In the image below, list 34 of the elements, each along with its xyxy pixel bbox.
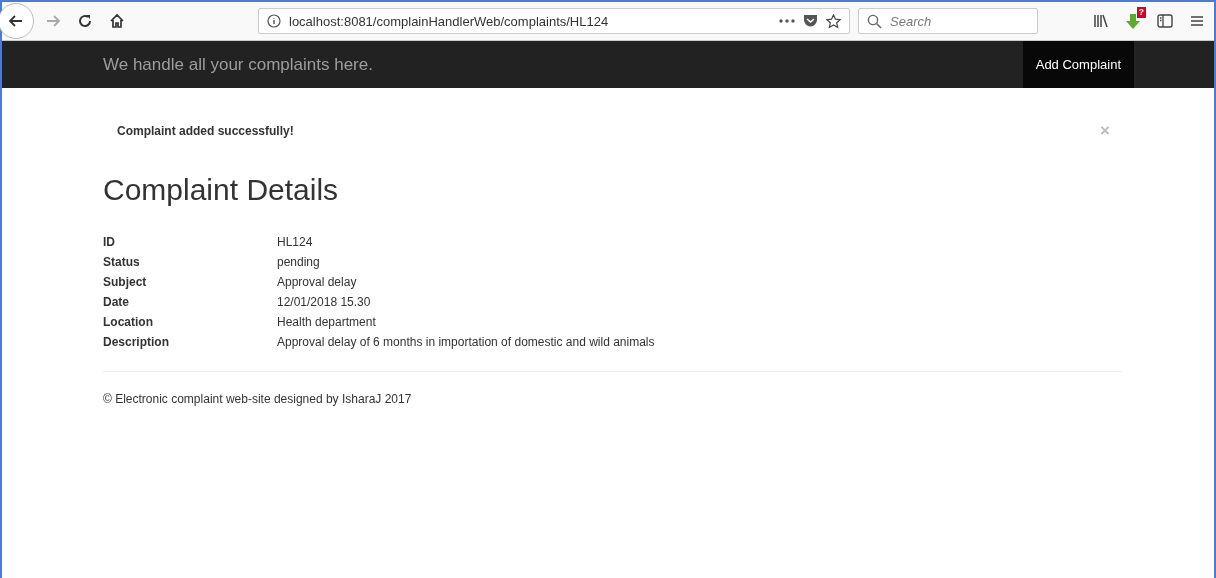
alert-message: Complaint added successfully! bbox=[117, 124, 294, 138]
download-badge: ? bbox=[1136, 7, 1146, 18]
reload-icon[interactable] bbox=[77, 13, 93, 29]
detail-label: Location bbox=[103, 315, 154, 329]
detail-value: Approval delay of 6 months in importation of domestic and wild animals bbox=[277, 335, 656, 349]
search-input[interactable]: Search bbox=[888, 12, 1012, 30]
search-icon bbox=[867, 13, 882, 29]
detail-value: Approval delay bbox=[277, 275, 358, 289]
detail-label: Date bbox=[103, 295, 130, 309]
download-icon[interactable] bbox=[1125, 12, 1141, 30]
sidebar-icon[interactable] bbox=[1157, 14, 1173, 28]
pocket-icon[interactable] bbox=[803, 14, 818, 28]
address-bar[interactable]: localhost:8081/complainHandlerWeb/complaints/HL124 bbox=[258, 8, 850, 34]
info-icon[interactable] bbox=[267, 14, 281, 28]
detail-value: HL124 bbox=[277, 235, 314, 249]
detail-value: Health department bbox=[277, 315, 377, 329]
url-text: localhost:8081/complainHandlerWeb/complaints/HL124 bbox=[289, 13, 610, 29]
star-icon[interactable] bbox=[826, 13, 841, 29]
detail-value: 12/01/2018 15.30 bbox=[277, 295, 372, 309]
footer-text: © Electronic complaint web-site designed by IsharaJ 2017 bbox=[103, 392, 412, 406]
home-icon[interactable] bbox=[109, 13, 125, 29]
nav-link[interactable]: Add Complaint bbox=[1022, 41, 1134, 88]
detail-label: Status bbox=[103, 255, 141, 269]
detail-label: Subject bbox=[103, 275, 148, 289]
more-icon[interactable] bbox=[779, 19, 795, 23]
search-field[interactable]: Search bbox=[858, 8, 1038, 34]
detail-value: pending bbox=[277, 255, 321, 269]
page-heading: Complaint Details bbox=[103, 173, 340, 207]
library-icon[interactable] bbox=[1093, 14, 1109, 28]
back-button[interactable] bbox=[0, 3, 34, 39]
brand-text[interactable]: We handle all your complaints here. bbox=[103, 54, 1023, 75]
detail-label: Description bbox=[103, 335, 170, 349]
detail-label: ID bbox=[103, 235, 116, 249]
menu-icon[interactable] bbox=[1190, 15, 1204, 27]
